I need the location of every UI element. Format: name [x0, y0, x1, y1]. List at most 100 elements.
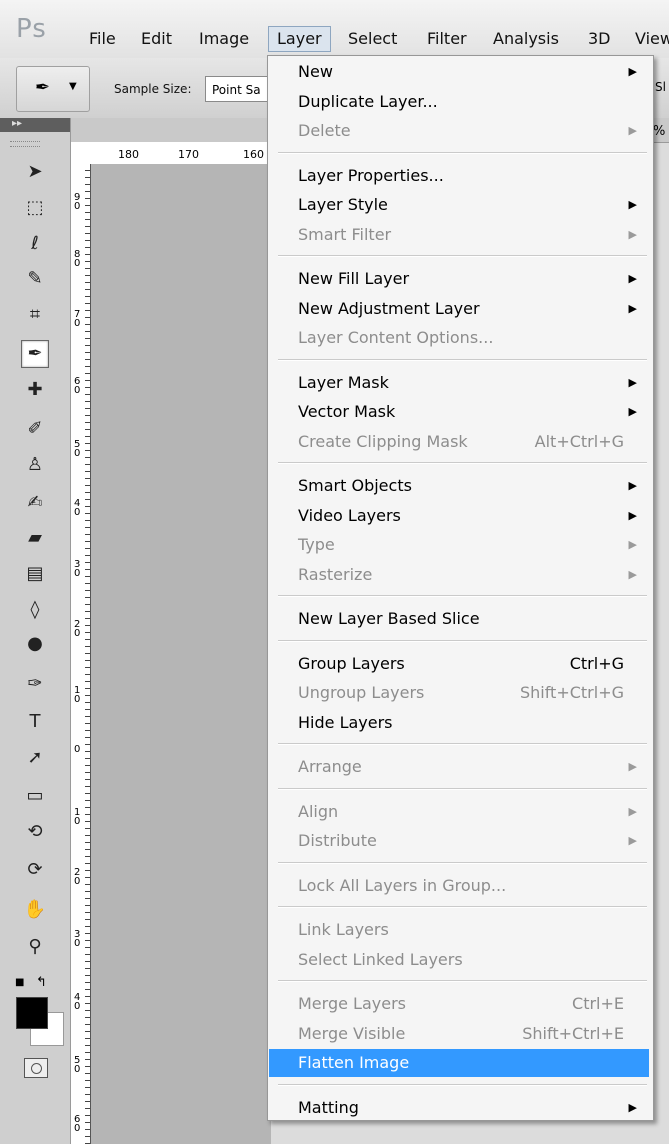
move-icon[interactable]: ➤ [22, 159, 48, 185]
menu-item-create-clipping-mask[interactable]: Create Clipping Mask Alt+Ctrl+G [269, 428, 649, 456]
menu-image[interactable]: Image [199, 29, 249, 49]
menu-item-type[interactable]: Type ▶ [269, 531, 649, 559]
menu-item-new-layer-based-slice[interactable]: New Layer Based Slice [269, 605, 649, 633]
clone-stamp-icon[interactable]: ♙ [22, 452, 48, 478]
menu-item-layer-properties[interactable]: Layer Properties... [269, 162, 649, 190]
menu-item-lock-all-layers-in-group[interactable]: Lock All Layers in Group... [269, 872, 649, 900]
menu-item-arrange[interactable]: Arrange ▶ [269, 753, 649, 781]
menu-file[interactable]: File [89, 29, 116, 49]
menu-item-label: Smart Objects [298, 476, 412, 495]
sample-size-label: Sample Size: [114, 82, 192, 96]
menu-separator [278, 787, 647, 790]
brush-icon[interactable]: ✐ [22, 416, 48, 442]
menu-item-video-layers[interactable]: Video Layers ▶ [269, 502, 649, 530]
tool-preset-picker[interactable]: ✒ ▼ [16, 66, 90, 112]
horizontal-ruler [70, 142, 270, 165]
chevron-down-icon: ▼ [69, 81, 77, 92]
menu-item-label: Align [298, 801, 339, 821]
menu-item-duplicate-layer[interactable]: Duplicate Layer... [269, 88, 649, 116]
rectangle-shape-icon[interactable]: ▭ [22, 783, 48, 809]
healing-brush-icon[interactable]: ✚ [22, 377, 48, 403]
ruler-label: 5 0 [74, 439, 81, 459]
ruler-label: 170 [178, 148, 199, 161]
menu-item-link-layers[interactable]: Link Layers [269, 916, 649, 944]
menu-layer[interactable]: Layer [268, 26, 331, 52]
quick-mask-button[interactable] [24, 1058, 48, 1078]
menu-3d[interactable]: 3D [588, 29, 611, 49]
path-selection-icon[interactable]: ➚ [22, 745, 48, 771]
menu-item-label: Vector Mask [298, 402, 396, 421]
menu-separator [278, 595, 647, 597]
sample-size-select[interactable]: Point Sa [205, 76, 275, 102]
3d-rotate-icon[interactable]: ⟲ [22, 819, 48, 845]
crop-icon[interactable]: ⌗ [22, 302, 48, 328]
menu-edit[interactable]: Edit [141, 29, 172, 49]
ruler-label: 7 0 [74, 309, 81, 329]
menu-item-label: New Adjustment Layer [298, 298, 480, 318]
menu-item-select-linked-layers[interactable]: Select Linked Layers [269, 946, 649, 974]
menu-item-merge-layers[interactable]: Merge Layers Ctrl+E [269, 990, 649, 1018]
menu-item-label: Merge Layers [298, 994, 406, 1013]
menu-item-label: Link Layers [298, 920, 389, 939]
foreground-color-swatch[interactable] [16, 997, 48, 1029]
quick-selection-icon[interactable]: ✎ [22, 266, 48, 292]
menu-item-new-fill-layer[interactable]: New Fill Layer ▶ [269, 265, 649, 293]
blur-icon[interactable]: ◊ [22, 597, 48, 623]
default-colors-icon[interactable]: ■ [15, 977, 24, 988]
type-icon[interactable]: T [22, 709, 48, 735]
menu-select[interactable]: Select [348, 29, 397, 49]
menu-item-label: Create Clipping Mask [298, 431, 468, 451]
tools-panel-header[interactable]: ▸▸ [0, 118, 70, 132]
menu-item-vector-mask[interactable]: Vector Mask ▶ [269, 398, 649, 426]
menu-item-new[interactable]: New ▶ [269, 58, 649, 86]
menu-item-label: New Layer Based Slice [298, 609, 480, 628]
dodge-icon[interactable]: ● [22, 631, 48, 657]
ruler-label: 4 0 [74, 498, 81, 518]
ruler-label: 1 0 [74, 685, 81, 705]
zoom-icon[interactable]: ⚲ [22, 934, 48, 960]
menu-item-shortcut: Ctrl+E [572, 994, 624, 1013]
submenu-arrow-icon: ▶ [628, 227, 637, 241]
menu-item-flatten-image[interactable]: Flatten Image [269, 1049, 649, 1077]
marquee-icon[interactable]: ⬚ [22, 195, 48, 221]
submenu-arrow-icon: ▶ [628, 124, 637, 137]
menu-filter[interactable]: Filter [427, 29, 467, 49]
menu-item-ungroup-layers[interactable]: Ungroup Layers Shift+Ctrl+G [269, 679, 649, 707]
menu-item-distribute[interactable]: Distribute ▶ [269, 827, 649, 855]
swap-colors-icon[interactable]: ↰ [36, 975, 47, 990]
menu-item-label: Duplicate Layer... [298, 91, 438, 111]
menu-item-new-adjustment-layer[interactable]: New Adjustment Layer ▶ [269, 295, 649, 323]
zoom-fragment: % [653, 124, 666, 139]
menu-item-smart-objects[interactable]: Smart Objects ▶ [269, 472, 649, 500]
menu-item-rasterize[interactable]: Rasterize ▶ [269, 561, 649, 589]
hand-icon[interactable]: ✋ [22, 897, 48, 923]
pen-icon[interactable]: ✑ [22, 671, 48, 697]
menu-item-matting[interactable]: Matting ▶ [269, 1094, 649, 1122]
menu-item-align[interactable]: Align ▶ [269, 798, 649, 826]
menu-item-label: Ungroup Layers [298, 683, 425, 702]
history-brush-icon[interactable]: ✍ [22, 490, 48, 516]
menu-item-group-layers[interactable]: Group Layers Ctrl+G [269, 650, 649, 678]
3d-orbit-icon[interactable]: ⟳ [22, 857, 48, 883]
expand-panel-icon[interactable]: ▸▸ [12, 118, 22, 129]
menu-item-layer-style[interactable]: Layer Style ▶ [269, 191, 649, 219]
eraser-icon[interactable]: ▰ [22, 525, 48, 551]
menu-item-label: Rasterize [298, 564, 373, 584]
photoshop-logo: Ps [16, 14, 47, 44]
menu-item-hide-layers[interactable]: Hide Layers [269, 709, 649, 737]
menu-item-smart-filter[interactable]: Smart Filter ▶ [269, 221, 649, 249]
menu-item-layer-content-options[interactable]: Layer Content Options... [269, 324, 649, 352]
ruler-label: 4 0 [74, 992, 81, 1012]
document-canvas[interactable] [91, 164, 271, 1144]
menu-item-delete[interactable]: Delete ▶ [269, 117, 649, 145]
panel-grip[interactable] [10, 141, 40, 147]
menu-item-merge-visible[interactable]: Merge Visible Shift+Ctrl+E [269, 1020, 649, 1048]
gradient-icon[interactable]: ▤ [22, 561, 48, 587]
menu-separator [278, 255, 647, 257]
menu-view[interactable]: View [635, 29, 669, 49]
menu-analysis[interactable]: Analysis [493, 29, 559, 49]
menu-item-label: Arrange [298, 757, 362, 776]
lasso-icon[interactable]: ℓ [22, 231, 48, 257]
eyedropper-icon[interactable]: ✒ [21, 340, 49, 368]
menu-item-layer-mask[interactable]: Layer Mask ▶ [269, 369, 649, 397]
